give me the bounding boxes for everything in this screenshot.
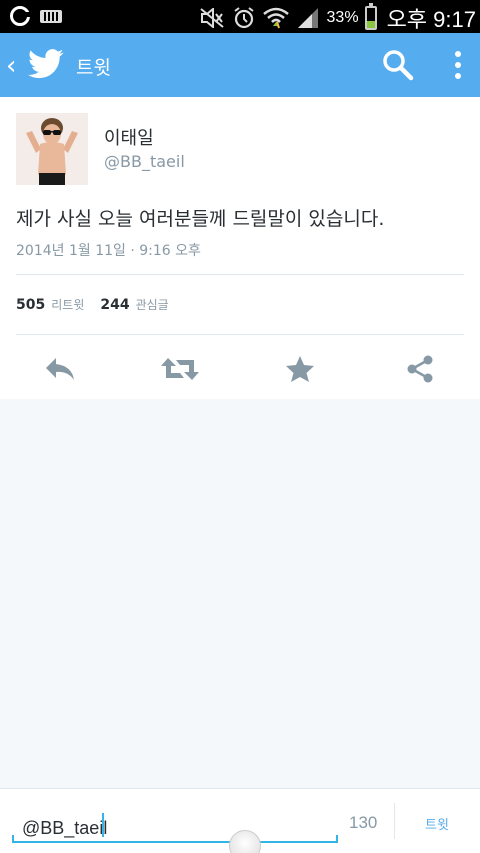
back-icon[interactable]: ‹ bbox=[6, 51, 16, 81]
user-handle[interactable]: @BB_taeil bbox=[104, 152, 185, 171]
mute-icon bbox=[199, 6, 225, 30]
display-name[interactable]: 이태일 bbox=[104, 124, 154, 150]
retweet-label[interactable]: 리트윗 bbox=[51, 296, 84, 313]
favorite-label[interactable]: 관심글 bbox=[136, 296, 169, 313]
char-count: 130 bbox=[349, 813, 378, 832]
reply-input[interactable] bbox=[12, 809, 338, 843]
alarm-icon bbox=[231, 6, 257, 30]
avatar[interactable] bbox=[16, 113, 88, 185]
reply-icon[interactable] bbox=[38, 351, 82, 387]
status-time: 오후 9:17 bbox=[387, 2, 476, 34]
text-cursor bbox=[102, 813, 104, 837]
signal-icon bbox=[295, 6, 321, 30]
tweet-card: 이태일 @BB_taeil 제가 사실 오늘 여러분들께 드릴말이 있습니다. … bbox=[0, 97, 480, 399]
divider bbox=[394, 803, 395, 839]
battery-percent: 33% bbox=[326, 9, 359, 26]
status-time-ampm: 오후 bbox=[386, 7, 428, 32]
retweet-icon[interactable] bbox=[158, 351, 202, 387]
wifi-icon bbox=[262, 6, 289, 30]
input-underline-edge bbox=[336, 835, 338, 843]
tweet-text: 제가 사실 오늘 여러분들께 드릴말이 있습니다. bbox=[16, 208, 385, 230]
overflow-menu-icon[interactable] bbox=[446, 47, 470, 83]
tweet-stats: 505 리트윗 244 관심글 bbox=[16, 296, 185, 313]
carrier-logo-icon bbox=[10, 6, 31, 26]
reply-composer: 130 트윗 bbox=[0, 788, 480, 853]
status-bar: 33% 오후 9:17 bbox=[0, 0, 480, 33]
divider bbox=[16, 274, 464, 275]
divider bbox=[16, 334, 464, 335]
favorite-count[interactable]: 244 bbox=[100, 297, 129, 313]
battery-icon bbox=[364, 3, 377, 30]
send-tweet-button[interactable]: 트윗 bbox=[412, 811, 462, 835]
battery-level-fill bbox=[366, 21, 375, 28]
share-icon[interactable] bbox=[398, 351, 442, 387]
twitter-bird-icon[interactable] bbox=[28, 47, 64, 85]
keyboard-icon bbox=[40, 9, 62, 23]
app-bar: ‹ 트윗 bbox=[0, 33, 480, 97]
search-icon[interactable] bbox=[380, 47, 416, 83]
favorite-star-icon[interactable] bbox=[278, 351, 322, 387]
tweet-timestamp: 2014년 1월 11일 · 9:16 오후 bbox=[16, 243, 201, 259]
retweet-count[interactable]: 505 bbox=[16, 297, 45, 313]
page-title: 트윗 bbox=[76, 57, 111, 79]
input-underline-edge bbox=[12, 835, 14, 843]
status-time-clock: 9:17 bbox=[433, 7, 476, 32]
